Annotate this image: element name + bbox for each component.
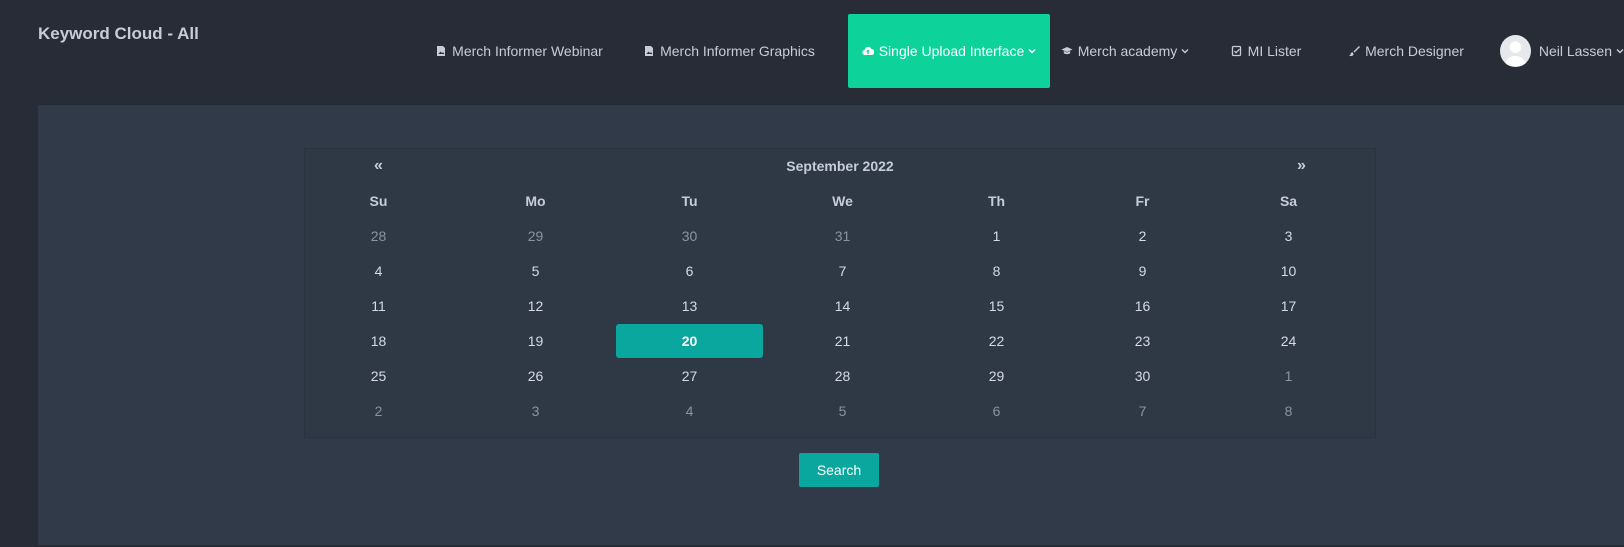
file-image-icon <box>435 45 447 57</box>
calendar-day[interactable]: 29 <box>923 359 1070 393</box>
calendar-day[interactable]: 26 <box>462 359 609 393</box>
calendar-day[interactable]: 14 <box>769 289 916 323</box>
calendar-day[interactable]: 5 <box>462 254 609 288</box>
nav-label: Merch academy <box>1077 43 1178 59</box>
file-image-icon <box>643 45 655 57</box>
nav-label: Single Upload Interface <box>878 43 1025 59</box>
calendar-day-selected[interactable]: 20 <box>616 324 763 358</box>
weekday-label: Tu <box>681 193 698 209</box>
calendar-day[interactable]: 5 <box>769 394 916 428</box>
weekday-row: Su Mo Tu We Th Fr Sa <box>305 184 1375 218</box>
search-button[interactable]: Search <box>799 453 879 487</box>
nav-merch-informer-graphics[interactable]: Merch Informer Graphics <box>634 14 824 88</box>
calendar-day[interactable]: 29 <box>462 219 609 253</box>
weekday-label: We <box>832 193 853 209</box>
calendar-day[interactable]: 11 <box>305 289 452 323</box>
user-menu[interactable]: Neil Lassen <box>1500 14 1624 88</box>
week-row: 18 19 20 21 22 23 24 <box>305 324 1375 358</box>
calendar-day[interactable]: 1 <box>923 219 1070 253</box>
page-title: Keyword Cloud - All <box>38 24 199 43</box>
calendar-day[interactable]: 27 <box>616 359 763 393</box>
weekday-label: Sa <box>1279 193 1298 209</box>
calendar-day[interactable]: 7 <box>1069 394 1216 428</box>
calendar-day[interactable]: 23 <box>1069 324 1216 358</box>
calendar-header-row: « September 2022 » <box>305 149 1375 183</box>
nav-merch-informer-webinar[interactable]: Merch Informer Webinar <box>424 14 614 88</box>
calendar-day[interactable]: 19 <box>462 324 609 358</box>
calendar-day[interactable]: 24 <box>1215 324 1362 358</box>
nav-merch-academy[interactable]: Merch academy <box>1060 14 1190 88</box>
calendar-day[interactable]: 3 <box>1215 219 1362 253</box>
nav-label: Merch Informer Graphics <box>660 43 815 59</box>
calendar-month-title[interactable]: September 2022 <box>452 149 1228 183</box>
calendar-day[interactable]: 30 <box>616 219 763 253</box>
calendar-day[interactable]: 25 <box>305 359 452 393</box>
calendar-day[interactable]: 15 <box>923 289 1070 323</box>
cloud-upload-icon <box>862 45 874 57</box>
calendar-day[interactable]: 8 <box>1215 394 1362 428</box>
calendar-day[interactable]: 1 <box>1215 359 1362 393</box>
week-row: 25 26 27 28 29 30 1 <box>305 359 1375 393</box>
week-row: 4 5 6 7 8 9 10 <box>305 254 1375 288</box>
calendar-day[interactable]: 6 <box>616 254 763 288</box>
previous-month-button[interactable]: « <box>305 149 452 183</box>
date-picker-calendar: « September 2022 » Su Mo Tu We Th Fr Sa … <box>304 148 1376 438</box>
calendar-day[interactable]: 8 <box>923 254 1070 288</box>
calendar-day[interactable]: 28 <box>769 359 916 393</box>
avatar <box>1500 35 1531 67</box>
nav-merch-designer[interactable]: Merch Designer <box>1336 14 1476 88</box>
calendar-day[interactable]: 4 <box>305 254 452 288</box>
calendar-day[interactable]: 16 <box>1069 289 1216 323</box>
weekday-label: Mo <box>525 193 546 209</box>
nav-label: MI Lister <box>1247 43 1302 59</box>
calendar-day[interactable]: 6 <box>923 394 1070 428</box>
graduation-cap-icon <box>1061 45 1073 57</box>
calendar-day[interactable]: 2 <box>1069 219 1216 253</box>
user-name: Neil Lassen <box>1538 43 1612 59</box>
nav-single-upload-interface[interactable]: Single Upload Interface <box>848 14 1050 88</box>
next-month-button[interactable]: » <box>1228 149 1375 183</box>
nav-label: Merch Informer Webinar <box>452 43 603 59</box>
week-row: 11 12 13 14 15 16 17 <box>305 289 1375 323</box>
calendar-day[interactable]: 31 <box>769 219 916 253</box>
chevron-down-icon <box>1181 47 1189 55</box>
calendar-day[interactable]: 3 <box>462 394 609 428</box>
week-row: 2345678 <box>305 394 1375 428</box>
calendar-day[interactable]: 22 <box>923 324 1070 358</box>
nav-mi-lister[interactable]: MI Lister <box>1216 14 1316 88</box>
weekday-label: Fr <box>1135 193 1150 209</box>
calendar-day[interactable]: 4 <box>616 394 763 428</box>
calendar-day[interactable]: 30 <box>1069 359 1216 393</box>
chevron-down-icon <box>1616 47 1624 55</box>
weekday-label: Th <box>987 193 1006 209</box>
calendar-day[interactable]: 9 <box>1069 254 1216 288</box>
calendar-day[interactable]: 18 <box>305 324 452 358</box>
nav-label: Merch Designer <box>1365 43 1464 59</box>
chevron-down-icon <box>1028 47 1036 55</box>
week-row: 28 29 30 31 1 2 3 <box>305 219 1375 253</box>
calendar-day[interactable]: 17 <box>1215 289 1362 323</box>
calendar-day[interactable]: 13 <box>616 289 763 323</box>
calendar-day[interactable]: 21 <box>769 324 916 358</box>
checklist-icon <box>1231 45 1243 57</box>
calendar-day[interactable]: 10 <box>1215 254 1362 288</box>
calendar-day[interactable]: 28 <box>305 219 452 253</box>
calendar-day[interactable]: 2 <box>305 394 452 428</box>
calendar-day[interactable]: 7 <box>769 254 916 288</box>
paint-brush-icon <box>1348 45 1361 57</box>
weekday-label: Su <box>369 193 388 209</box>
calendar-day[interactable]: 12 <box>462 289 609 323</box>
